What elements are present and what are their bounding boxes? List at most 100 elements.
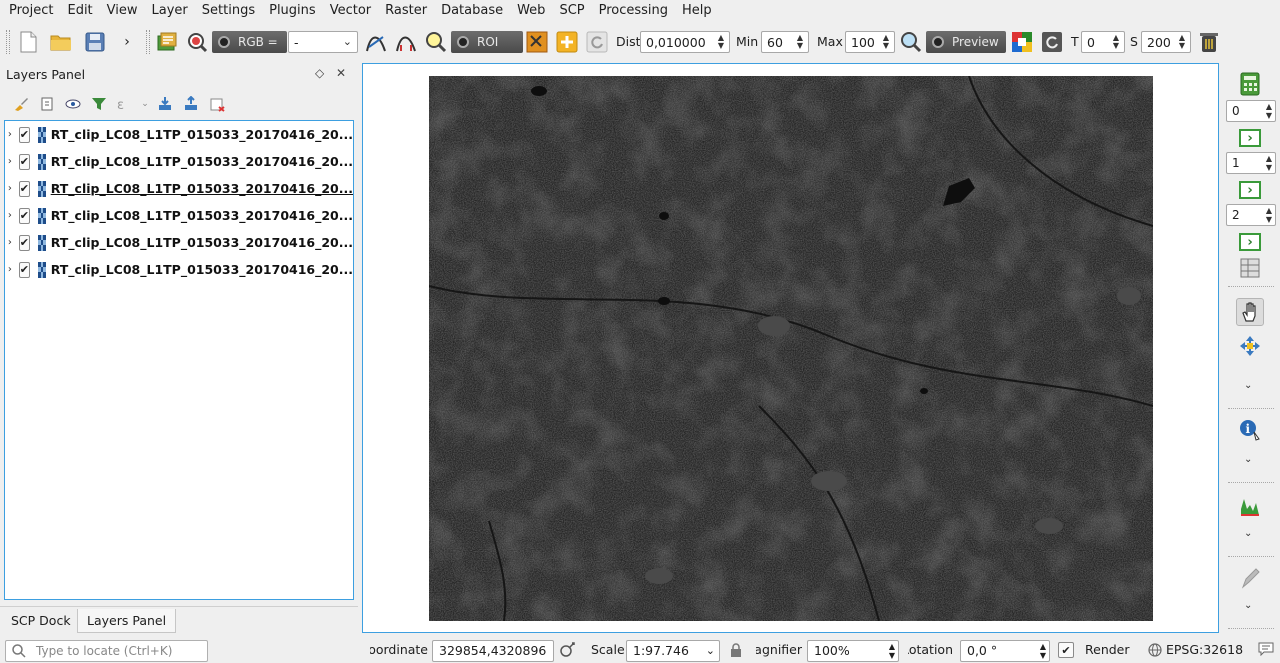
menu-settings[interactable]: Settings xyxy=(195,0,262,22)
menu-raster[interactable]: Raster xyxy=(378,0,434,22)
t-input[interactable]: 0 ▲ ▼ xyxy=(1081,31,1125,53)
chevron-right-icon[interactable]: › xyxy=(5,210,15,221)
spin-arrows-icon[interactable]: ▲ ▼ xyxy=(1266,102,1272,120)
float-dock-icon[interactable]: ◇ xyxy=(315,66,324,80)
dist-input[interactable]: 0,010000 ▲ ▼ xyxy=(640,31,730,53)
spin-arrows-icon[interactable]: ▲ ▼ xyxy=(716,32,726,52)
pan-map-button[interactable] xyxy=(1236,298,1264,326)
s-input[interactable]: 200 ▲ ▼ xyxy=(1141,31,1191,53)
layer-name[interactable]: RT_clip_LC08_L1TP_015033_20170416_20... xyxy=(51,208,353,223)
add-group-button[interactable] xyxy=(34,94,60,114)
band-spin-3[interactable]: 2 ▲ ▼ xyxy=(1226,204,1276,226)
spin-arrows-icon[interactable]: ▲ ▼ xyxy=(889,642,895,660)
layer-name[interactable]: RT_clip_LC08_L1TP_015033_20170416_20... xyxy=(51,154,353,169)
rgb-select[interactable]: - ⌄ xyxy=(288,31,358,53)
roi-toggle[interactable]: ROI xyxy=(451,31,523,53)
band-next-button-1[interactable]: › xyxy=(1236,124,1264,152)
layer-visibility-checkbox[interactable]: ✔ xyxy=(18,153,30,170)
standard-deviation-stretch-button[interactable] xyxy=(392,28,420,56)
band-spin-1[interactable]: 0 ▲ ▼ xyxy=(1226,100,1276,122)
layer-visibility-checkbox[interactable]: ✔ xyxy=(18,207,30,224)
layer-row[interactable]: › ✔ RT_clip_LC08_L1TP_015033_20170416_20… xyxy=(5,229,353,256)
layer-row[interactable]: › ✔ RT_clip_LC08_L1TP_015033_20170416_20… xyxy=(5,202,353,229)
render-checkbox[interactable]: ✔ xyxy=(1058,642,1074,658)
spin-arrows-icon[interactable]: ▲ ▼ xyxy=(1266,206,1272,224)
open-project-button[interactable] xyxy=(47,28,75,56)
new-project-button[interactable] xyxy=(14,28,42,56)
lock-scale-icon[interactable] xyxy=(730,643,742,660)
spin-arrows-icon[interactable]: ▲ ▼ xyxy=(881,32,891,52)
collapse-all-button[interactable] xyxy=(178,94,204,114)
chevron-down-icon[interactable]: ⌄ xyxy=(1244,600,1252,611)
layer-visibility-checkbox[interactable]: ✔ xyxy=(18,126,30,143)
globe-icon[interactable] xyxy=(1148,643,1162,660)
spin-arrows-icon[interactable]: ▲ ▼ xyxy=(1111,32,1121,52)
expand-all-button[interactable] xyxy=(152,94,178,114)
spin-arrows-icon[interactable]: ▲ ▼ xyxy=(1040,642,1046,660)
tab-layers-panel[interactable]: Layers Panel xyxy=(77,609,177,633)
scp-calculator-button[interactable] xyxy=(1236,70,1264,98)
preview-classification-button[interactable] xyxy=(1008,28,1036,56)
layer-row[interactable]: › ✔ RT_clip_LC08_L1TP_015033_20170416_20… xyxy=(5,256,353,283)
preview-toggle[interactable]: Preview xyxy=(926,31,1006,53)
filter-expression-button[interactable]: ε xyxy=(112,94,138,114)
band-next-button-3[interactable]: › xyxy=(1236,228,1264,256)
local-cumulative-stretch-button[interactable] xyxy=(362,28,390,56)
max-input[interactable]: 100 ▲ ▼ xyxy=(845,31,895,53)
menu-vector[interactable]: Vector xyxy=(323,0,378,22)
roi-pointer-button[interactable] xyxy=(523,28,551,56)
layers-tree[interactable]: › ✔ RT_clip_LC08_L1TP_015033_20170416_20… xyxy=(4,120,354,600)
menu-view[interactable]: View xyxy=(100,0,145,22)
chevron-right-icon[interactable]: › xyxy=(5,237,15,248)
manage-visibility-button[interactable] xyxy=(60,94,86,114)
tab-scp-dock[interactable]: SCP Dock xyxy=(2,609,80,633)
toolbar-grip[interactable] xyxy=(146,30,150,54)
spin-arrows-icon[interactable]: ▲ ▼ xyxy=(795,32,805,52)
chevron-right-icon[interactable]: › xyxy=(5,156,15,167)
layer-row[interactable]: › ✔ RT_clip_LC08_L1TP_015033_20170416_20… xyxy=(5,148,353,175)
band-next-button-2[interactable]: › xyxy=(1236,176,1264,204)
pan-to-selection-button[interactable] xyxy=(1236,332,1264,360)
min-input[interactable]: 60 ▲ ▼ xyxy=(761,31,809,53)
chevron-right-icon[interactable]: › xyxy=(5,264,15,275)
menu-web[interactable]: Web xyxy=(510,0,552,22)
redo-roi-button[interactable] xyxy=(583,28,611,56)
redo-preview-button[interactable] xyxy=(1038,28,1066,56)
remove-layer-button[interactable] xyxy=(204,94,230,114)
expression-dropdown[interactable]: ⌄ xyxy=(138,94,152,114)
rotation-spin[interactable]: 0,0 ° ▲ ▼ xyxy=(960,640,1050,662)
settings-panel-button[interactable] xyxy=(1236,254,1264,282)
spin-arrows-icon[interactable]: ▲ ▼ xyxy=(1266,154,1272,172)
crs-button[interactable]: EPSG:32618 xyxy=(1166,642,1243,657)
chevron-down-icon[interactable]: ⌄ xyxy=(1244,380,1252,391)
menu-edit[interactable]: Edit xyxy=(60,0,99,22)
layer-name[interactable]: RT_clip_LC08_L1TP_015033_20170416_20... xyxy=(51,262,353,277)
style-layer-button[interactable] xyxy=(8,94,34,114)
zoom-preview-button[interactable] xyxy=(897,28,925,56)
rgb-toggle[interactable]: RGB = xyxy=(212,31,287,53)
layer-visibility-checkbox[interactable]: ✔ xyxy=(18,234,30,251)
layer-name[interactable]: RT_clip_LC08_L1TP_015033_20170416_20... xyxy=(51,181,353,196)
toolbar-grip[interactable] xyxy=(6,30,10,54)
create-roi-button[interactable] xyxy=(553,28,581,56)
band-spin-2[interactable]: 1 ▲ ▼ xyxy=(1226,152,1276,174)
scale-combo[interactable]: 1:97.746 ⌄ xyxy=(626,640,720,662)
coordinate-field[interactable]: 329854,4320896 xyxy=(432,640,554,662)
chevron-down-icon[interactable]: ⌄ xyxy=(1244,528,1252,539)
scp-band-set-button[interactable] xyxy=(153,28,181,56)
filter-legend-button[interactable] xyxy=(86,94,112,114)
map-canvas[interactable] xyxy=(362,63,1219,633)
menu-layer[interactable]: Layer xyxy=(145,0,195,22)
close-icon[interactable]: ✕ xyxy=(336,66,346,80)
menu-database[interactable]: Database xyxy=(434,0,510,22)
menu-scp[interactable]: SCP xyxy=(552,0,591,22)
menu-project[interactable]: Project xyxy=(2,0,60,22)
chevron-down-icon[interactable]: ⌄ xyxy=(1244,454,1252,465)
save-project-button[interactable] xyxy=(81,28,109,56)
menu-plugins[interactable]: Plugins xyxy=(262,0,323,22)
zoom-to-band-button[interactable] xyxy=(183,28,211,56)
chevron-right-icon[interactable]: › xyxy=(5,129,15,140)
layer-name[interactable]: RT_clip_LC08_L1TP_015033_20170416_20... xyxy=(51,127,353,142)
messages-icon[interactable] xyxy=(1258,642,1274,659)
toggle-extents-icon[interactable] xyxy=(560,642,576,661)
